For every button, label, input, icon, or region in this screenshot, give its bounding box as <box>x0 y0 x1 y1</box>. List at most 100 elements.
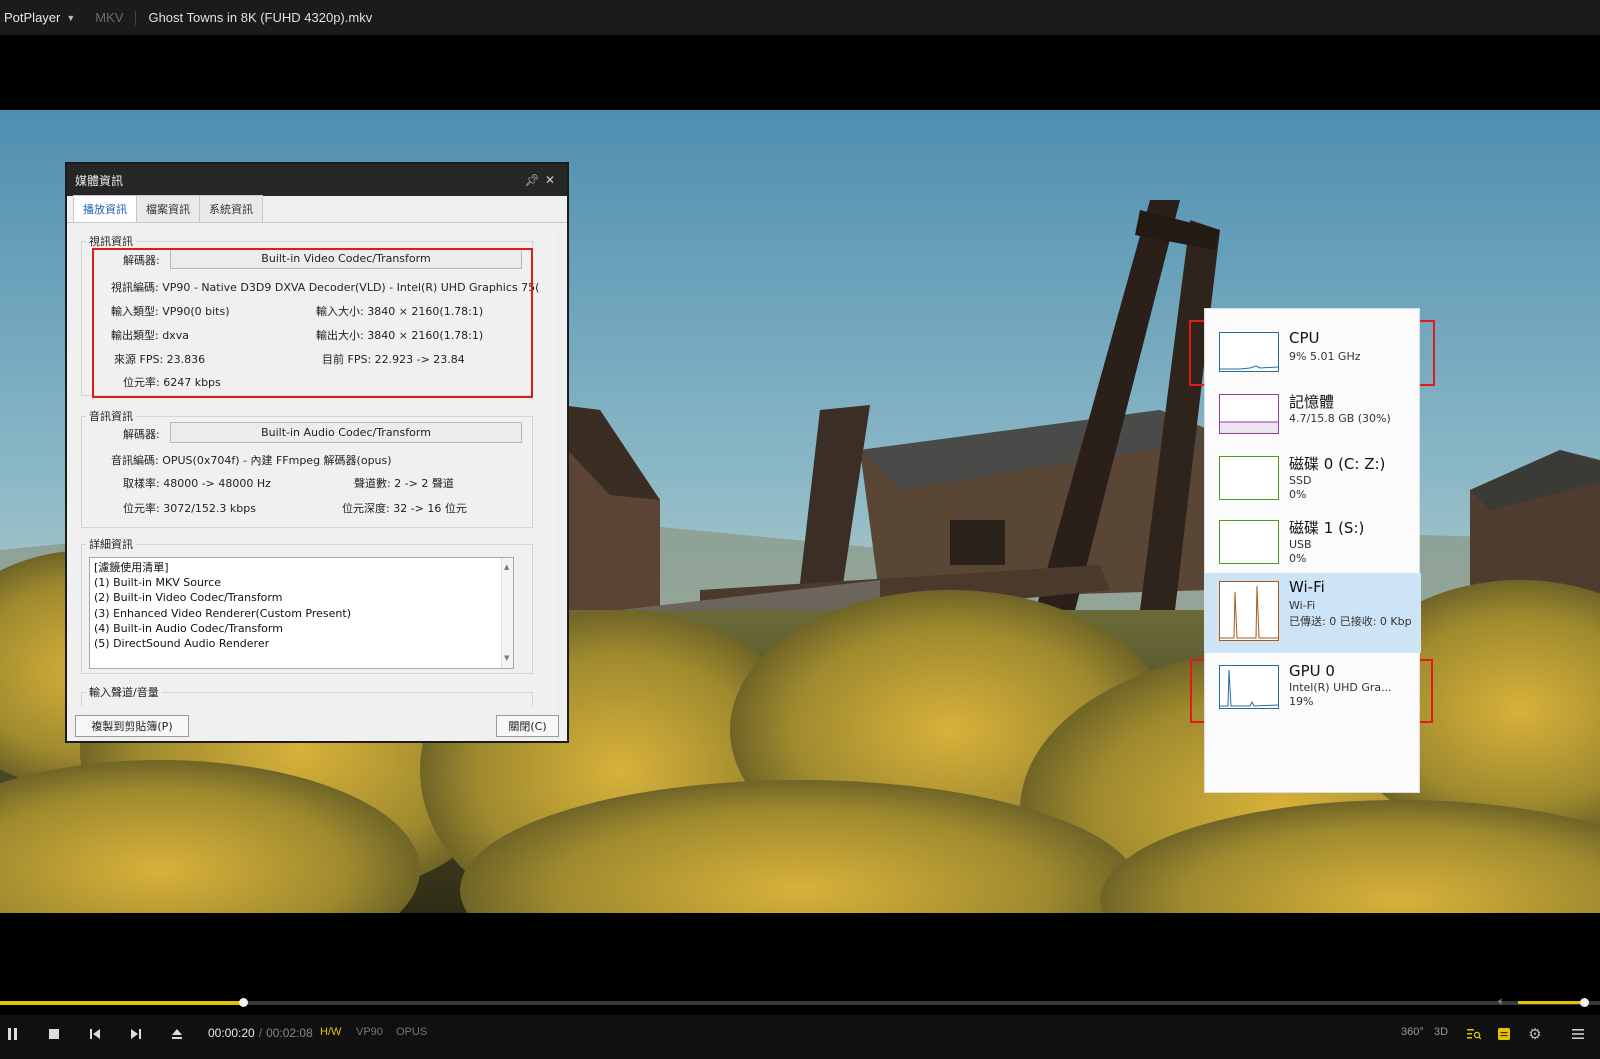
vr360-button[interactable]: 360° <box>1401 1026 1424 1038</box>
disk0-graph <box>1219 456 1279 500</box>
filter-list-textarea[interactable]: [濾鏡使用清單] (1) Built-in MKV Source (2) Bui… <box>89 557 514 669</box>
settings-button[interactable]: ⚙︎ <box>1523 1015 1547 1053</box>
dialog-title: 媒體資訊 <box>75 173 124 188</box>
input-channel-group: 輸入聲道/音量 <box>81 684 533 706</box>
open-file-button[interactable] <box>165 1015 189 1053</box>
gpu-sparkline <box>1220 669 1279 707</box>
perf-name: Wi-Fi <box>1289 578 1325 596</box>
memory-graph <box>1219 394 1279 434</box>
audio-sample-rate: 取樣率: 48000 -> 48000 Hz <box>123 477 271 490</box>
skip-previous-icon <box>90 1029 100 1039</box>
stop-button[interactable] <box>42 1015 66 1053</box>
highlight-video-info <box>92 248 533 398</box>
memory-sparkline <box>1220 421 1278 433</box>
close-button[interactable]: 關閉(C) <box>496 715 559 737</box>
dialog-tabs: 播放資訊 檔案資訊 系統資訊 <box>67 195 567 223</box>
filter-line: (2) Built-in Video Codec/Transform <box>94 591 283 605</box>
audio-codec-line: 音訊編碼: OPUS(0x704f) - 內建 FFmpeg 解碼器(opus) <box>111 454 392 467</box>
perf-sub: Intel(R) UHD Gra... <box>1289 681 1392 694</box>
perf-sub: USB <box>1289 538 1312 551</box>
perf-name: 磁碟 1 (S:) <box>1289 519 1365 537</box>
filter-line: (3) Enhanced Video Renderer(Custom Prese… <box>94 606 351 620</box>
subtitle-button[interactable] <box>1492 1015 1516 1053</box>
app-name: PotPlayer <box>4 10 61 25</box>
hw-decode-tag[interactable]: H/W <box>320 1026 341 1038</box>
perf-item-memory[interactable]: 記憶體 4.7/15.8 GB (30%) <box>1205 386 1421 450</box>
filter-line: (1) Built-in MKV Source <box>94 576 222 590</box>
pin-icon[interactable]: 📌︎ <box>523 173 541 187</box>
dialog-scrollbar[interactable] <box>555 226 563 726</box>
total-time: 00:02:08 <box>266 1026 313 1040</box>
perf-sub: 4.7/15.8 GB (30%) <box>1289 412 1391 425</box>
audio-decoder-value[interactable]: Built-in Audio Codec/Transform <box>170 422 522 443</box>
window-title: Ghost Towns in 8K (FUHD 4320p).mkv <box>148 10 373 25</box>
perf-item-wifi[interactable]: Wi-Fi Wi-Fi 已傳送: 0 已接收: 0 Kbp <box>1205 573 1421 653</box>
perf-item-disk1[interactable]: 磁碟 1 (S:) USB 0% <box>1205 512 1421 576</box>
video-codec-tag[interactable]: VP90 <box>356 1026 383 1038</box>
copy-to-clipboard-button[interactable]: 複製到剪貼簿(P) <box>75 715 189 737</box>
close-icon[interactable]: ✕ <box>541 173 559 187</box>
hamburger-menu-icon <box>1572 1029 1584 1039</box>
perf-name: CPU <box>1289 329 1320 347</box>
3d-button[interactable]: 3D <box>1434 1026 1448 1038</box>
textarea-scrollbar[interactable]: ▲ ▼ <box>501 558 513 668</box>
seek-progress <box>0 1001 244 1005</box>
subtitle-icon <box>1498 1028 1510 1040</box>
skip-next-icon <box>131 1029 141 1039</box>
menu-button[interactable] <box>1566 1015 1590 1053</box>
dialog-title-bar[interactable]: 媒體資訊 📌︎ ✕ <box>67 164 567 196</box>
current-time: 00:00:20 <box>208 1026 255 1040</box>
perf-item-cpu[interactable]: CPU 9% 5.01 GHz <box>1205 324 1421 388</box>
volume-icon[interactable]: 🔈︎ <box>1498 994 1505 1009</box>
seek-handle[interactable] <box>239 998 249 1007</box>
stop-icon <box>49 1029 59 1039</box>
disk1-graph <box>1219 520 1279 564</box>
pause-button[interactable] <box>0 1015 26 1053</box>
audio-decoder-label: 解碼器: <box>123 428 160 441</box>
scroll-up-icon[interactable]: ▲ <box>504 560 509 575</box>
video-info-label: 視訊資訊 <box>86 233 136 249</box>
volume-handle[interactable] <box>1580 998 1589 1007</box>
audio-codec-tag[interactable]: OPUS <box>396 1026 427 1038</box>
filter-line: (4) Built-in Audio Codec/Transform <box>94 621 283 635</box>
audio-info-label: 音訊資訊 <box>86 408 136 424</box>
perf-sub: 19% <box>1289 695 1314 708</box>
perf-sub: Wi-Fi <box>1289 599 1316 612</box>
time-display: 00:00:20/00:02:08 <box>208 1026 313 1040</box>
wifi-graph <box>1219 581 1279 641</box>
format-label: MKV <box>95 10 124 25</box>
filter-line: [濾鏡使用清單] <box>94 561 169 574</box>
gear-icon: ⚙︎ <box>1528 1026 1542 1043</box>
app-menu-button[interactable]: PotPlayer ▼ <box>0 10 79 25</box>
performance-panel: CPU 9% 5.01 GHz 記憶體 4.7/15.8 GB (30%) 磁碟… <box>1204 308 1421 793</box>
previous-button[interactable] <box>83 1015 107 1053</box>
perf-name: 記憶體 <box>1289 393 1335 411</box>
input-channel-label: 輸入聲道/音量 <box>86 684 162 700</box>
scroll-down-icon[interactable]: ▼ <box>504 651 509 666</box>
playlist-search-button[interactable] <box>1462 1015 1486 1053</box>
cpu-graph <box>1219 332 1279 372</box>
perf-name: GPU 0 <box>1289 662 1335 680</box>
details-label: 詳細資訊 <box>86 536 136 552</box>
next-button[interactable] <box>124 1015 148 1053</box>
perf-item-gpu[interactable]: GPU 0 Intel(R) UHD Gra... 19% <box>1205 657 1421 721</box>
chevron-down-icon: ▼ <box>66 12 76 23</box>
perf-sub: SSD <box>1289 474 1312 487</box>
audio-bit-depth: 位元深度: 32 -> 16 位元 <box>342 502 467 515</box>
seek-bar[interactable] <box>0 998 1600 1007</box>
perf-sub: 已傳送: 0 已接收: 0 Kbp <box>1289 615 1412 628</box>
volume-bar[interactable] <box>1518 1001 1586 1004</box>
cpu-sparkline <box>1220 365 1279 370</box>
tab-file-info[interactable]: 檔案資訊 <box>136 195 200 222</box>
perf-item-disk0[interactable]: 磁碟 0 (C: Z:) SSD 0% <box>1205 448 1421 512</box>
time-separator: / <box>258 1026 263 1040</box>
perf-sub: 9% 5.01 GHz <box>1289 350 1361 363</box>
tab-system-info[interactable]: 系統資訊 <box>199 195 263 222</box>
wifi-sparkline <box>1220 585 1278 639</box>
tab-playback-info[interactable]: 播放資訊 <box>73 195 137 222</box>
divider <box>135 10 137 25</box>
playlist-search-icon <box>1467 1029 1481 1040</box>
perf-name: 磁碟 0 (C: Z:) <box>1289 455 1386 473</box>
gpu-graph <box>1219 665 1279 709</box>
perf-sub: 0% <box>1289 488 1307 501</box>
